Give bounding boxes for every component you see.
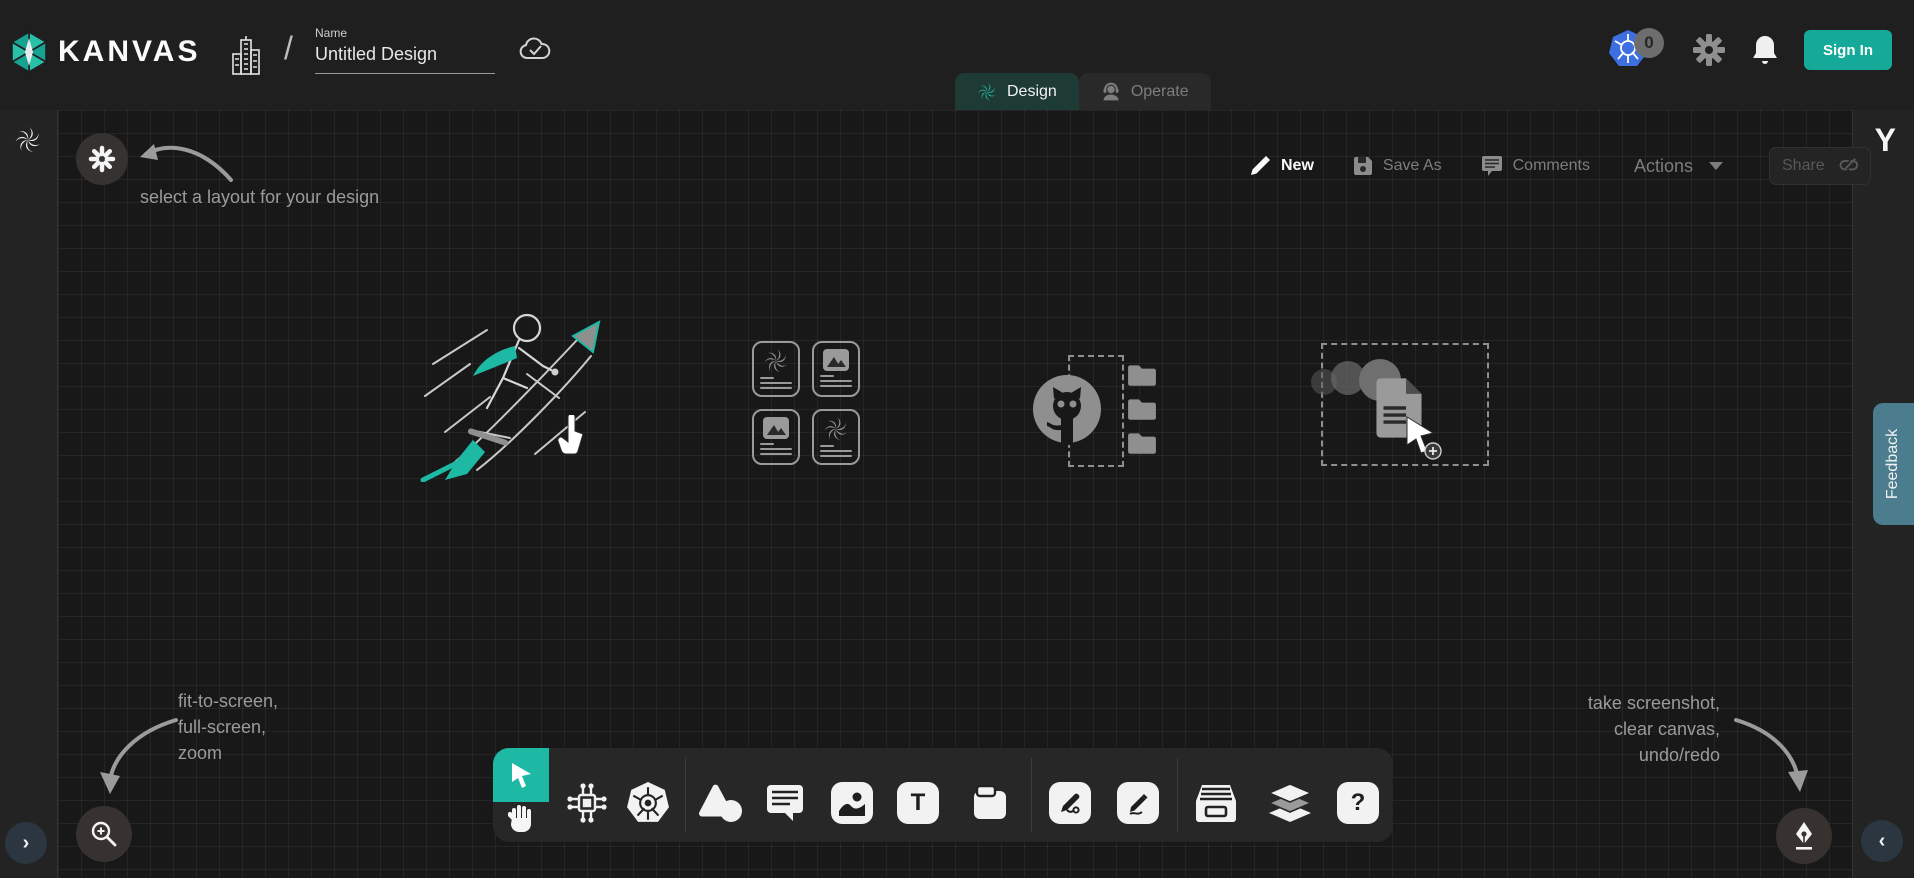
note-tool-icon (970, 783, 1010, 823)
archive-tool[interactable] (1193, 782, 1239, 824)
comment-bubble-icon (1480, 155, 1504, 177)
text-tool[interactable]: T (897, 782, 939, 824)
breadcrumb-separator: / (284, 30, 293, 67)
name-label: Name (315, 26, 495, 40)
toolbar-divider (1031, 758, 1032, 832)
settings-gear-icon[interactable] (1692, 33, 1726, 67)
kanvas-hexagon-icon (10, 30, 48, 74)
new-button[interactable]: New (1248, 154, 1314, 178)
left-sidebar (0, 110, 58, 878)
integration-tool[interactable] (564, 782, 610, 824)
bottom-toolbar: T (493, 748, 1393, 842)
save-as-button[interactable]: Save As (1352, 155, 1442, 177)
pen-tool[interactable] (1049, 782, 1091, 824)
hand-pan-icon (508, 802, 534, 832)
card-start-from-template[interactable] (752, 341, 860, 465)
shapes-tool[interactable] (698, 782, 744, 824)
cursor-arrow-icon (508, 761, 534, 789)
toolbar-divider (1177, 758, 1178, 832)
app-title: KANVAS (58, 35, 200, 69)
template-tile (752, 409, 800, 465)
drawer-icon (1194, 783, 1238, 823)
expand-right-panel-button[interactable]: ‹ (1861, 820, 1903, 862)
image-tool-icon (838, 789, 866, 817)
chevron-left-icon: ‹ (1879, 830, 1886, 853)
comments-button[interactable]: Comments (1480, 155, 1590, 177)
zoom-hint-text: fit-to-screen, full-screen, zoom (178, 688, 278, 766)
kubernetes-tool[interactable] (625, 782, 671, 824)
credits-badge: 0 (1634, 28, 1664, 58)
image-tool[interactable] (831, 782, 873, 824)
share-button[interactable]: Share (1769, 147, 1871, 185)
floppy-save-icon (1352, 155, 1374, 177)
template-tile (752, 341, 800, 397)
chevron-right-icon: › (23, 832, 30, 855)
card-import-github[interactable] (1031, 355, 1163, 467)
screenshot-hint-arrow (1732, 708, 1822, 798)
select-tool[interactable] (493, 748, 549, 802)
sign-in-button[interactable]: Sign In (1804, 30, 1892, 70)
layers-icon (1267, 782, 1313, 824)
share-link-icon (1838, 156, 1858, 176)
template-tile (812, 409, 860, 465)
spiral-brand-icon[interactable] (14, 126, 42, 154)
design-name-field: Name (315, 26, 495, 74)
tab-design[interactable]: Design (955, 73, 1079, 110)
hand-cursor-icon (556, 415, 588, 455)
zoom-button[interactable] (76, 806, 132, 862)
organization-icon[interactable] (231, 34, 261, 76)
help-tool[interactable]: ? (1337, 782, 1379, 824)
expand-left-panel-button[interactable]: › (5, 822, 47, 864)
sparkle-icon (88, 145, 116, 173)
chevron-down-icon (1709, 162, 1723, 170)
operate-headset-icon (1101, 82, 1121, 102)
card-drop-file[interactable] (1321, 343, 1489, 466)
mode-tabs: Design Operate (955, 73, 1211, 110)
cloud-sync-icon (519, 36, 551, 62)
layers-tool[interactable] (1267, 782, 1313, 824)
app-logo: KANVAS (10, 30, 200, 74)
design-name-input[interactable] (315, 40, 495, 74)
repo-folder-icon (1127, 431, 1157, 455)
zoom-in-icon (90, 820, 118, 848)
layout-hint-text: select a layout for your design (140, 184, 379, 210)
pen-nib-icon (1791, 821, 1817, 851)
github-icon (1031, 373, 1103, 445)
pencil-new-icon (1248, 154, 1272, 178)
shapes-icon (698, 782, 744, 824)
notifications-bell-icon[interactable] (1752, 34, 1778, 66)
comment-tool-icon (764, 783, 806, 823)
chip-integration-icon (565, 781, 609, 825)
design-pinwheel-icon (977, 82, 997, 102)
collaborator-y-logo: Y (1875, 122, 1896, 159)
repo-folder-icon (1127, 397, 1157, 421)
cursor-plus-icon (1403, 415, 1445, 461)
zoom-hint-arrow (88, 706, 183, 801)
comment-tool[interactable] (762, 782, 808, 824)
pen-tool-icon (1057, 790, 1083, 816)
tab-operate[interactable]: Operate (1079, 73, 1211, 110)
screenshot-hint-text: take screenshot, clear canvas, undo/redo (1588, 690, 1720, 768)
note-tool[interactable] (967, 782, 1013, 824)
pencil-draw-icon (1125, 790, 1151, 816)
canvas-toolbar: New Save As Comments Actions Share (1248, 146, 1871, 186)
repo-folder-icon (1127, 363, 1157, 387)
pan-tool[interactable] (493, 802, 549, 842)
layout-suggestion-button[interactable] (76, 133, 128, 185)
template-tile (812, 341, 860, 397)
pen-actions-button[interactable] (1776, 808, 1832, 864)
rocket-illustration (415, 312, 615, 482)
kubernetes-credits[interactable]: 0 (1608, 28, 1666, 72)
feedback-tab[interactable]: Feedback (1873, 403, 1914, 525)
kubernetes-wheel-icon (625, 781, 671, 825)
actions-dropdown[interactable]: Actions (1634, 156, 1723, 177)
toolbar-divider (685, 758, 686, 832)
draw-tool[interactable] (1117, 782, 1159, 824)
